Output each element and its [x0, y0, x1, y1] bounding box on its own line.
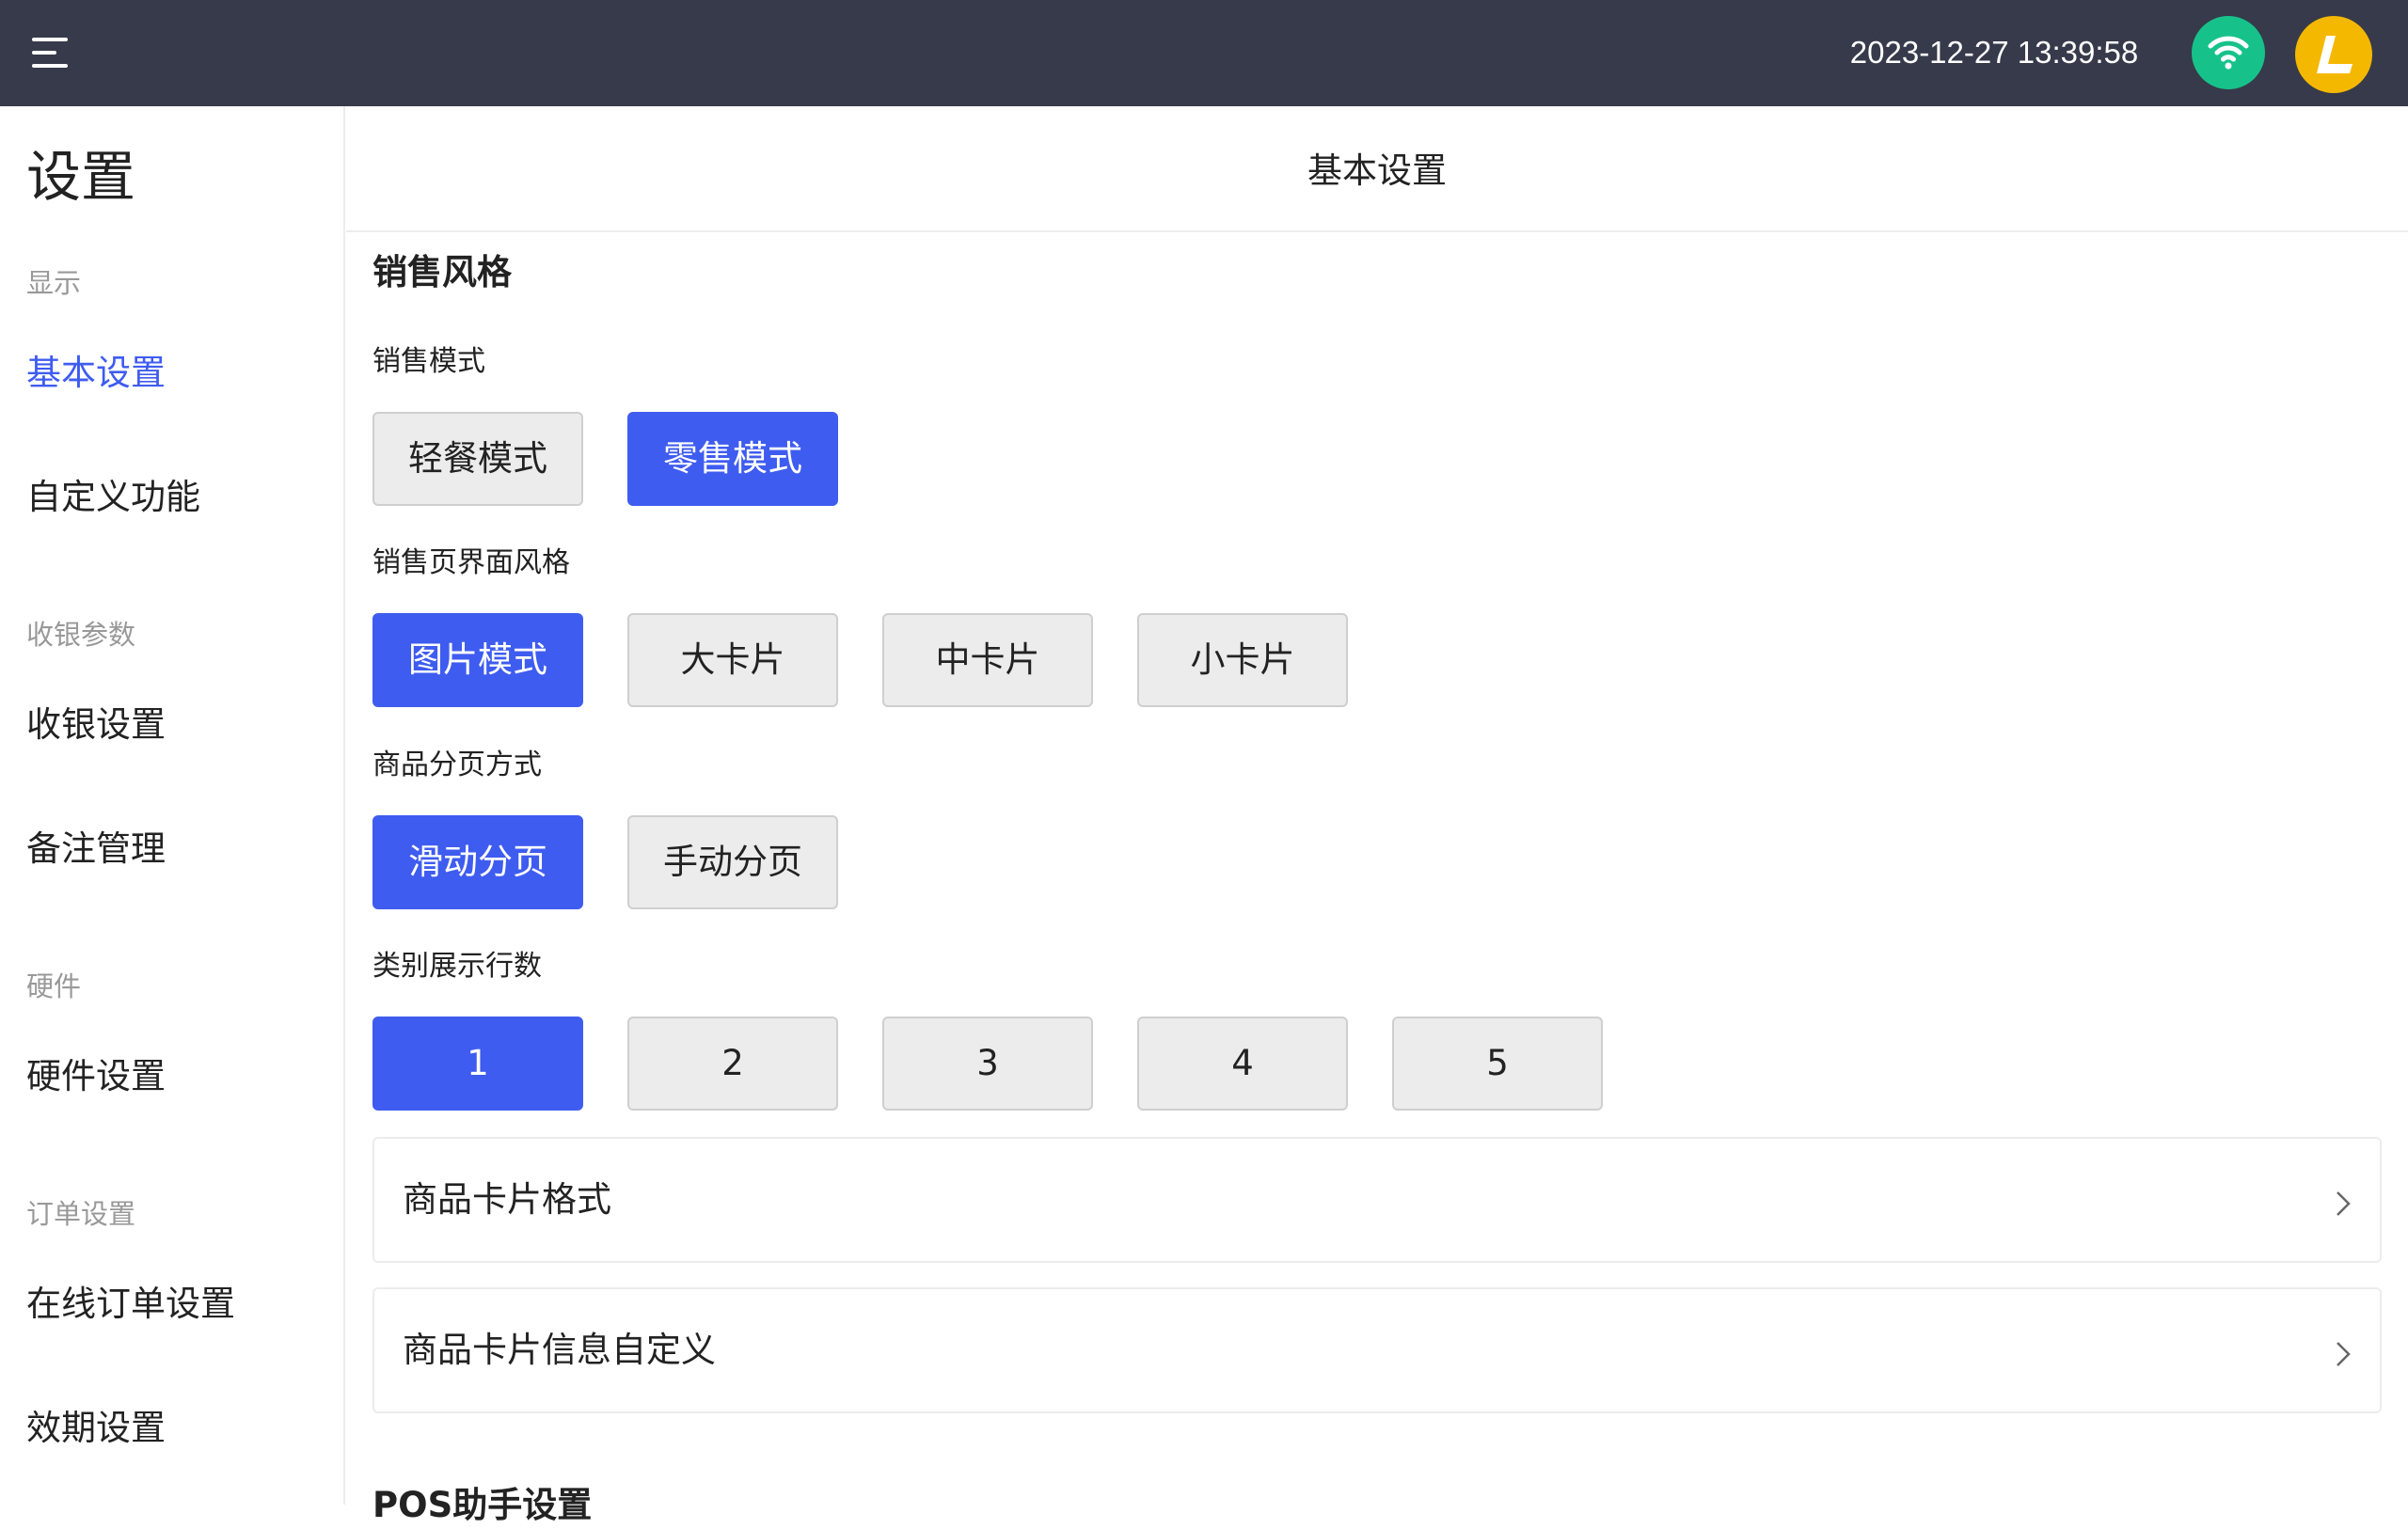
- content-header: 基本设置: [346, 106, 2408, 232]
- label-paging-mode: 商品分页方式: [372, 749, 542, 781]
- option-rows-4[interactable]: 4: [1137, 1017, 1348, 1111]
- sidebar-title: 设置: [26, 145, 136, 209]
- link-label: 商品卡片格式: [403, 1179, 611, 1220]
- section-title-pos-assistant: POS助手设置: [372, 1485, 593, 1525]
- link-label: 商品卡片信息自定义: [403, 1330, 716, 1370]
- option-rows-2[interactable]: 2: [627, 1017, 838, 1111]
- option-light-meal-mode[interactable]: 轻餐模式: [372, 412, 583, 506]
- top-bar: 2023-12-27 13:39:58: [0, 0, 2408, 106]
- option-retail-mode[interactable]: 零售模式: [627, 412, 838, 506]
- chevron-right-icon: [2337, 1191, 2351, 1216]
- sidebar-item-custom-functions[interactable]: 自定义功能: [26, 473, 327, 522]
- link-product-card-info-custom[interactable]: 商品卡片信息自定义: [372, 1287, 2382, 1413]
- nav-group-cashier-params: 收银参数: [26, 619, 136, 651]
- option-large-card[interactable]: 大卡片: [627, 613, 838, 707]
- option-rows-1[interactable]: 1: [372, 1017, 583, 1111]
- option-medium-card[interactable]: 中卡片: [882, 613, 1093, 707]
- sidebar-item-expiry-settings[interactable]: 效期设置: [26, 1404, 327, 1453]
- wifi-icon[interactable]: [2192, 16, 2265, 89]
- sidebar-item-online-order-settings[interactable]: 在线订单设置: [26, 1280, 327, 1329]
- sidebar-item-remark-management[interactable]: 备注管理: [26, 825, 327, 874]
- nav-group-display: 显示: [26, 267, 82, 299]
- option-image-mode[interactable]: 图片模式: [372, 613, 583, 707]
- hamburger-menu-icon[interactable]: [26, 32, 75, 73]
- page-title: 基本设置: [1307, 150, 1447, 191]
- label-page-style: 销售页界面风格: [372, 546, 570, 579]
- nav-group-hardware: 硬件: [26, 970, 82, 1002]
- nav-group-order-settings: 订单设置: [26, 1198, 136, 1230]
- option-manual-paging[interactable]: 手动分页: [627, 815, 838, 909]
- app-logo-icon[interactable]: [2295, 16, 2372, 93]
- datetime-display: 2023-12-27 13:39:58: [1849, 35, 2139, 70]
- label-category-rows: 类别展示行数: [372, 950, 542, 983]
- link-product-card-format[interactable]: 商品卡片格式: [372, 1137, 2382, 1263]
- option-rows-5[interactable]: 5: [1392, 1017, 1603, 1111]
- sidebar-item-cashier-settings[interactable]: 收银设置: [26, 701, 327, 749]
- option-swipe-paging[interactable]: 滑动分页: [372, 815, 583, 909]
- section-title-sales-style: 销售风格: [372, 252, 512, 292]
- settings-content: 基本设置 销售风格 销售模式 轻餐模式 零售模式 销售页界面风格 图片模式 大卡…: [346, 106, 2408, 1525]
- label-sales-mode: 销售模式: [372, 345, 485, 378]
- option-small-card[interactable]: 小卡片: [1137, 613, 1348, 707]
- settings-sidebar: 设置 显示 基本设置 自定义功能 收银参数 收银设置 备注管理 硬件 硬件设置 …: [0, 106, 345, 1505]
- chevron-right-icon: [2337, 1342, 2351, 1366]
- sidebar-item-basic-settings[interactable]: 基本设置: [26, 349, 327, 398]
- sidebar-item-hardware-settings[interactable]: 硬件设置: [26, 1052, 327, 1101]
- option-rows-3[interactable]: 3: [882, 1017, 1093, 1111]
